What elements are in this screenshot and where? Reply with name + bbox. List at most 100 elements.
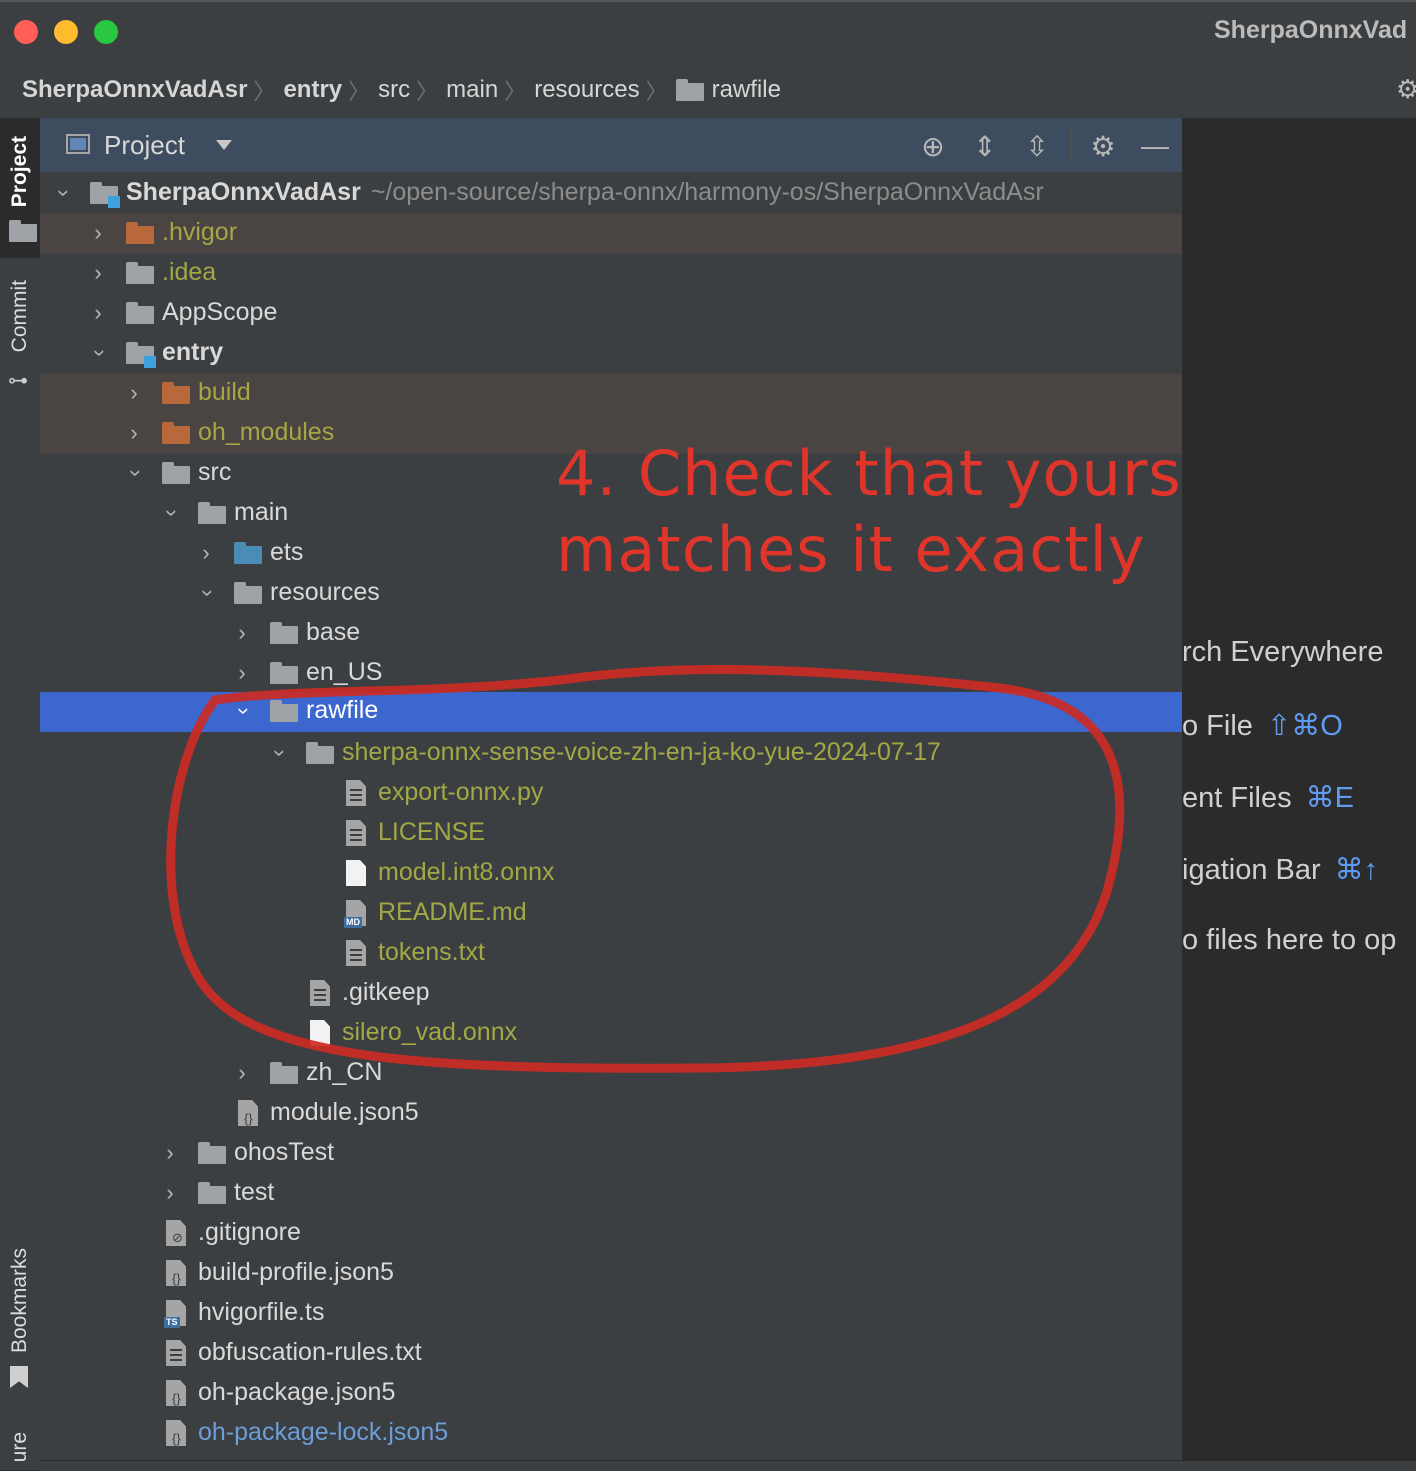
chevron-right-icon[interactable]: › — [232, 660, 252, 686]
chevron-right-icon[interactable]: › — [88, 220, 108, 246]
tree-label: build-profile.json5 — [198, 1258, 394, 1286]
chevron-down-icon[interactable]: › — [123, 463, 149, 483]
chevron-right-icon[interactable]: › — [232, 1060, 252, 1086]
tree-label: AppScope — [162, 298, 278, 326]
tree-row-ohostest[interactable]: › ohosTest — [40, 1134, 1182, 1174]
tree-row-tokens[interactable]: tokens.txt — [40, 934, 1182, 974]
breadcrumb: SherpaOnnxVadAsr 〉 entry 〉 src 〉 main 〉 … — [22, 74, 781, 106]
tree-row-sense-voice-folder[interactable]: › sherpa-onnx-sense-voice-zh-en-ja-ko-yu… — [40, 734, 1182, 774]
tree-row-build-profile[interactable]: {} build-profile.json5 — [40, 1254, 1182, 1294]
tree-label: ohosTest — [234, 1138, 335, 1166]
tool-tab-commit[interactable]: Commit ⊶ — [0, 268, 40, 398]
folder-icon — [270, 622, 298, 644]
tree-label: oh_modules — [198, 418, 335, 446]
breadcrumb-item-rawfile[interactable]: rawfile — [712, 76, 781, 104]
tree-row-obfuscation-rules[interactable]: obfuscation-rules.txt — [40, 1334, 1182, 1374]
tree-label: base — [306, 618, 361, 646]
chevron-right-icon[interactable]: › — [88, 300, 108, 326]
left-tool-stripe: Project Commit ⊶ Bookmarks ure — [0, 118, 41, 1470]
tree-row-license[interactable]: LICENSE — [40, 814, 1182, 854]
chevron-down-icon[interactable]: › — [231, 701, 257, 721]
chevron-down-icon[interactable]: › — [195, 583, 221, 603]
chevron-right-icon[interactable]: › — [232, 620, 252, 646]
json-file-icon: {} — [166, 1420, 186, 1446]
tree-row-root[interactable]: › SherpaOnnxVadAsr ~/open-source/sherpa-o… — [40, 174, 1182, 214]
gear-icon[interactable]: ⚙ — [1088, 130, 1118, 163]
tree-label: build — [198, 378, 251, 406]
folder-icon — [306, 742, 334, 764]
breadcrumb-item-entry[interactable]: entry — [283, 76, 342, 104]
tree-row-hvigorfile[interactable]: TS hvigorfile.ts — [40, 1294, 1182, 1334]
tree-row-oh-package[interactable]: {} oh-package.json5 — [40, 1374, 1182, 1414]
breadcrumb-item-project[interactable]: SherpaOnnxVadAsr — [22, 76, 247, 104]
folder-icon — [198, 1142, 226, 1164]
tree-label: SherpaOnnxVadAsr ~/open-source/sherpa-onn… — [126, 178, 1044, 206]
tree-label: src — [198, 458, 232, 486]
tree-row-build[interactable]: › build — [40, 374, 1182, 414]
title-bar: SherpaOnnxVad — [0, 0, 1416, 64]
tree-row-appscope[interactable]: › AppScope — [40, 294, 1182, 334]
breadcrumb-item-src[interactable]: src — [378, 76, 410, 104]
commit-icon: ⊶ — [8, 370, 28, 392]
tree-label: .gitkeep — [342, 978, 430, 1006]
tree-row-gitkeep[interactable]: .gitkeep — [40, 974, 1182, 1014]
text-file-icon — [166, 1340, 186, 1366]
text-file-icon — [346, 780, 366, 806]
tree-label: resources — [270, 578, 380, 606]
tree-row-module-json5[interactable]: {} module.json5 — [40, 1094, 1182, 1134]
tool-tab-bookmarks[interactable]: Bookmarks — [0, 1238, 40, 1398]
tree-row-oh-package-lock[interactable]: {} oh-package-lock.json5 — [40, 1414, 1182, 1454]
collapse-all-icon[interactable]: ⇳ — [1022, 130, 1052, 163]
tool-tab-commit-label: Commit — [8, 280, 31, 353]
chevron-down-icon[interactable]: › — [51, 183, 77, 203]
gear-icon[interactable]: ⚙ — [1396, 74, 1416, 104]
tree-row-export-onnx[interactable]: export-onnx.py — [40, 774, 1182, 814]
folder-icon — [198, 1182, 226, 1204]
chevron-right-icon[interactable]: › — [160, 1140, 180, 1166]
tree-label: silero_vad.onnx — [342, 1018, 518, 1046]
breadcrumb-item-main[interactable]: main — [446, 76, 498, 104]
project-panel-title[interactable]: Project — [104, 130, 185, 161]
annotation-text: 4. Check that yours matches it exactly — [556, 436, 1196, 588]
module-folder-icon — [90, 182, 120, 208]
chevron-down-icon[interactable]: › — [267, 743, 293, 763]
tree-row-idea[interactable]: › .idea — [40, 254, 1182, 294]
tree-row-zh-cn[interactable]: › zh_CN — [40, 1054, 1182, 1094]
project-view-icon — [66, 134, 90, 154]
hide-icon[interactable]: — — [1140, 130, 1170, 162]
chevron-down-icon[interactable]: › — [159, 503, 185, 523]
tree-row-gitignore[interactable]: ⊘ .gitignore — [40, 1214, 1182, 1254]
chevron-right-icon[interactable]: › — [88, 260, 108, 286]
tree-row-silero-vad[interactable]: silero_vad.onnx — [40, 1014, 1182, 1054]
chevron-right-icon[interactable]: › — [124, 420, 144, 446]
tree-label: .gitignore — [198, 1218, 301, 1246]
chevron-right-icon[interactable]: › — [196, 540, 216, 566]
chevron-right-icon[interactable]: › — [124, 380, 144, 406]
tree-row-readme[interactable]: MD README.md — [40, 894, 1182, 934]
tree-row-base[interactable]: › base — [40, 614, 1182, 654]
chevron-down-icon[interactable]: › — [87, 343, 113, 363]
tree-row-entry[interactable]: › entry — [40, 334, 1182, 374]
locate-icon[interactable]: ⊕ — [918, 130, 948, 163]
minimize-window-button[interactable] — [54, 20, 78, 44]
tool-tab-bookmarks-label: Bookmarks — [8, 1248, 31, 1354]
tool-tab-structure[interactable]: ure — [0, 1428, 40, 1470]
chevron-right-icon[interactable]: › — [160, 1180, 180, 1206]
tree-row-en-us[interactable]: › en_US — [40, 654, 1182, 694]
tree-row-rawfile[interactable]: › rawfile — [40, 692, 1182, 732]
folder-icon — [675, 79, 704, 101]
tool-tab-project[interactable]: Project — [0, 118, 40, 258]
close-window-button[interactable] — [14, 20, 38, 44]
zoom-window-button[interactable] — [94, 20, 118, 44]
expand-all-icon[interactable]: ⇕ — [970, 130, 1000, 163]
json-file-icon: {} — [166, 1260, 186, 1286]
chevron-down-icon[interactable] — [216, 140, 232, 150]
tree-row-hvigor[interactable]: › .hvigor — [40, 214, 1182, 254]
tree-row-test[interactable]: › test — [40, 1174, 1182, 1214]
tree-row-model-int8[interactable]: model.int8.onnx — [40, 854, 1182, 894]
markdown-file-icon: MD — [344, 900, 366, 928]
breadcrumb-item-resources[interactable]: resources — [534, 76, 639, 104]
text-file-icon — [346, 820, 366, 846]
annotation-line-1: 4. Check that yours — [556, 437, 1182, 510]
tree-label: en_US — [306, 658, 383, 686]
